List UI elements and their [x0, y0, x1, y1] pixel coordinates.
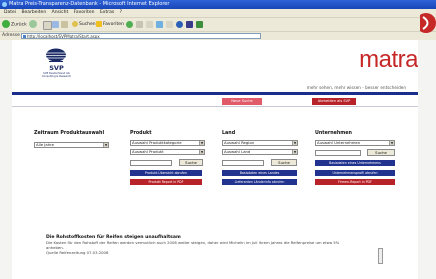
- logout-button[interactable]: Abmelden als SVP: [312, 98, 356, 105]
- product-heading: Produkt: [130, 131, 152, 136]
- news-body: Die Kosten für den Rohstoff der Reifen w…: [46, 240, 346, 255]
- product-select[interactable]: Auswahl Produkt ▼: [130, 149, 205, 155]
- logo-sub2: Consulting & Research: [41, 75, 72, 78]
- chevron-down-icon: ▼: [103, 143, 108, 147]
- region-select[interactable]: Auswahl Region ▼: [222, 140, 298, 146]
- address-label: Adresse: [2, 33, 20, 38]
- news-source: Quelle Reifenzeitung 07.03.2008: [46, 249, 109, 255]
- menu-item-view[interactable]: Ansicht: [52, 10, 69, 15]
- search-form: Zeitraum Produktauswahl Alle Jahre ▼ Pro…: [12, 106, 418, 217]
- research-icon[interactable]: [186, 21, 193, 28]
- home-icon[interactable]: [61, 21, 68, 28]
- back-button[interactable]: Zurück: [2, 20, 27, 29]
- favorites-label: Favoriten: [103, 22, 124, 27]
- news-text: Die Kosten für den Rohstoff der Reifen w…: [46, 240, 340, 250]
- product-search-button[interactable]: Suche: [179, 159, 203, 166]
- ie-icon: [2, 2, 7, 7]
- product-overview-button[interactable]: Produkt-Übersicht abrufen: [130, 170, 202, 176]
- svp-globe-icon: [46, 48, 66, 62]
- period-select-value: Alle Jahre: [36, 142, 54, 147]
- new-search-button[interactable]: Neue Suche: [222, 98, 262, 105]
- search-label: Suchen: [79, 22, 96, 27]
- menu-item-favorites[interactable]: Favoriten: [74, 10, 95, 15]
- page-content: SVP SVP Deutschland AG Consulting & Rese…: [12, 40, 418, 279]
- page-header: SVP SVP Deutschland AG Consulting & Rese…: [12, 40, 418, 92]
- menu-item-help[interactable]: ?: [120, 10, 122, 15]
- address-bar: Adresse http://localhost/SVPMatra/Start.…: [0, 31, 436, 40]
- matra-swirl-icon: [420, 13, 436, 33]
- matra-brand: matra: [359, 46, 418, 73]
- product-category-select[interactable]: Auswahl Produktkategorie ▼: [130, 140, 205, 146]
- company-profile-button[interactable]: Unternehmensprofil abrufen: [315, 170, 395, 176]
- edit-icon[interactable]: [156, 21, 163, 28]
- logo: SVP SVP Deutschland AG Consulting & Rese…: [34, 64, 79, 79]
- news-box: Die Rohstoffkosten für Reifen steigen un…: [40, 230, 383, 279]
- country-search-input[interactable]: [222, 160, 264, 166]
- country-select-value: Auswahl Land: [224, 149, 251, 154]
- window-title: Matra Preis-Transparenz-Datenbank - Micr…: [9, 1, 170, 7]
- search-icon: [72, 20, 78, 27]
- title-bar: Matra Preis-Transparenz-Datenbank - Micr…: [0, 0, 436, 9]
- country-overview-button[interactable]: Basisdaten eines Landes: [222, 170, 297, 176]
- search-button[interactable]: Suchen: [72, 20, 96, 29]
- forward-arrow-icon: [29, 20, 37, 28]
- country-report-button[interactable]: Lieferanten Länderinfo abrufen: [222, 179, 297, 185]
- country-heading: Land: [222, 131, 236, 136]
- company-select-value: Auswahl Unternehmen: [317, 140, 361, 145]
- browser-window: Matra Preis-Transparenz-Datenbank - Micr…: [0, 0, 436, 279]
- print-icon[interactable]: [146, 21, 153, 28]
- mail-icon[interactable]: [136, 21, 143, 28]
- product-category-value: Auswahl Produktkategorie: [132, 140, 182, 145]
- product-report-button[interactable]: Produkt Report in PDF: [130, 179, 202, 185]
- company-heading: Unternehmen: [315, 131, 352, 136]
- chevron-down-icon: ▼: [292, 141, 297, 145]
- refresh-icon[interactable]: [52, 21, 59, 28]
- menu-item-tools[interactable]: Extras: [100, 10, 114, 15]
- stop-icon[interactable]: [43, 21, 52, 30]
- company-select[interactable]: Auswahl Unternehmen ▼: [315, 140, 395, 146]
- menu-item-edit[interactable]: Bearbeiten: [21, 10, 46, 15]
- chevron-down-icon: ▼: [292, 150, 297, 154]
- product-search-input[interactable]: [130, 160, 172, 166]
- favorites-button[interactable]: Favoriten: [96, 20, 124, 29]
- star-icon: [96, 20, 102, 27]
- forward-button[interactable]: [29, 20, 38, 29]
- address-url: http://localhost/SVPMatra/Start.aspx: [27, 34, 100, 39]
- messenger-icon[interactable]: [176, 21, 183, 28]
- country-select[interactable]: Auswahl Land ▼: [222, 149, 298, 155]
- news-scrollbar[interactable]: [378, 248, 383, 264]
- chevron-down-icon: ▼: [199, 150, 204, 154]
- period-heading: Zeitraum Produktauswahl: [34, 131, 105, 136]
- chevron-down-icon: ▼: [389, 141, 394, 145]
- page-icon: [23, 35, 26, 38]
- country-search-button[interactable]: Suche: [271, 159, 297, 166]
- menu-item-file[interactable]: Datei: [4, 10, 16, 15]
- product-select-value: Auswahl Produkt: [132, 149, 164, 154]
- back-label: Zurück: [11, 22, 27, 28]
- region-select-value: Auswahl Region: [224, 140, 255, 145]
- discuss-icon[interactable]: [166, 21, 173, 28]
- logo-brand: SVP: [49, 64, 64, 72]
- company-overview-button[interactable]: Basisdaten eines Unternehmens: [315, 160, 395, 166]
- company-report-button[interactable]: Firmen-Report in PDF: [315, 179, 395, 185]
- toolbar: Zurück Suchen Favoriten: [0, 17, 436, 31]
- menu-bar: Datei Bearbeiten Ansicht Favoriten Extra…: [0, 9, 436, 17]
- back-arrow-icon: [2, 20, 10, 28]
- address-input[interactable]: http://localhost/SVPMatra/Start.aspx: [21, 33, 261, 39]
- company-search-input[interactable]: [315, 150, 361, 156]
- chevron-down-icon: ▼: [199, 141, 204, 145]
- company-search-button[interactable]: Suche: [367, 149, 395, 156]
- history-icon[interactable]: [126, 21, 133, 28]
- nav-row: Neue Suche Abmelden als SVP: [12, 95, 418, 106]
- extension-icon[interactable]: [196, 21, 203, 28]
- period-select[interactable]: Alle Jahre ▼: [34, 142, 109, 148]
- slogan: mehr sehen, mehr wissen - besser entsche…: [306, 85, 406, 90]
